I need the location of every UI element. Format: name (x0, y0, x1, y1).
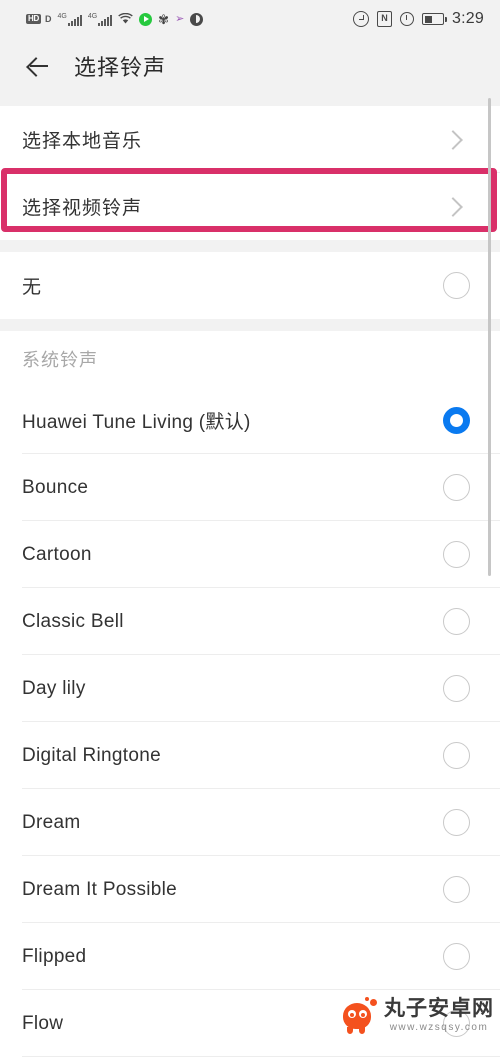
circle-half-icon (190, 12, 204, 26)
ringtone-row[interactable]: Flipped (0, 923, 500, 990)
wifi-icon (118, 13, 133, 25)
radio-button[interactable] (443, 809, 470, 836)
radio-button[interactable] (443, 1010, 470, 1037)
radio-button[interactable] (443, 742, 470, 769)
hd-badge-icon: HD (26, 14, 41, 24)
battery-icon (422, 13, 447, 25)
settings-list: 选择本地音乐 选择视频铃声 无 系统铃声 Huawei Tune Living … (0, 94, 500, 1057)
ringtone-label: Day lily (22, 677, 86, 699)
chevron-right-icon (443, 196, 463, 217)
list-item-select-video-ringtone[interactable]: 选择视频铃声 (0, 173, 500, 240)
section-gap-2 (0, 319, 500, 331)
list-item-select-local-music[interactable]: 选择本地音乐 (0, 106, 500, 173)
ringtone-row[interactable]: Bounce (0, 454, 500, 521)
status-bar: HD D 4G 4G ✾ ➢ N 3:29 (0, 0, 500, 38)
purple-arrow-icon: ➢ (175, 12, 185, 25)
ringtone-label: Cartoon (22, 543, 92, 565)
ringtone-row[interactable]: Huawei Tune Living (默认) (0, 387, 500, 454)
list-top-gap (0, 94, 500, 106)
ringtone-row[interactable]: Classic Bell (0, 588, 500, 655)
radio-button[interactable] (443, 608, 470, 635)
ringtone-label: Dream (22, 811, 81, 833)
scrollbar-thumb[interactable] (488, 98, 491, 576)
page-title: 选择铃声 (74, 55, 167, 80)
ringtone-label: Digital Ringtone (22, 744, 161, 766)
ringtone-label: Huawei Tune Living (默认) (22, 412, 251, 433)
nfc-icon: N (377, 11, 393, 27)
list-item-label: 选择本地音乐 (22, 131, 143, 152)
radio-button[interactable] (443, 675, 470, 702)
ringtone-row[interactable]: Dream It Possible (0, 856, 500, 923)
ringtone-row[interactable]: Day lily (0, 655, 500, 722)
status-bar-right-icons: N 3:29 (353, 10, 488, 28)
radio-button[interactable] (443, 474, 470, 501)
ringtone-row[interactable]: Digital Ringtone (0, 722, 500, 789)
list-item-label: 选择视频铃声 (22, 198, 143, 219)
signal-4g-icon-2: 4G (87, 12, 113, 26)
back-arrow-icon[interactable] (24, 52, 52, 80)
ringtone-label: Dream It Possible (22, 878, 178, 900)
radio-button[interactable] (443, 943, 470, 970)
radio-button[interactable] (443, 876, 470, 903)
radio-button[interactable] (443, 272, 470, 299)
signal-4g-icon-1: 4G (57, 12, 82, 26)
ringtone-label: Flipped (22, 945, 87, 967)
section-gap-1 (0, 240, 500, 252)
ringtone-label: Flow (22, 1012, 64, 1034)
status-bar-clock: 3:29 (452, 10, 484, 27)
ringtone-row[interactable]: Flow (0, 990, 500, 1057)
volte-icon: D (44, 13, 52, 24)
network-label-1: 4G (57, 12, 67, 20)
signal-bars-2 (98, 14, 113, 26)
ringtone-row[interactable]: Cartoon (0, 521, 500, 588)
ringtone-label: Bounce (22, 476, 89, 498)
list-item-none[interactable]: 无 (0, 252, 500, 319)
huawei-icon: ✾ (158, 11, 170, 27)
ringtone-row[interactable]: Dream (0, 789, 500, 856)
do-not-disturb-icon (353, 11, 370, 27)
alarm-icon (400, 12, 415, 26)
radio-button[interactable] (443, 407, 470, 434)
radio-button[interactable] (443, 541, 470, 568)
section-header-system-ringtones: 系统铃声 (0, 331, 500, 387)
app-bar: 选择铃声 (0, 38, 500, 94)
play-store-icon (139, 12, 153, 26)
network-label-2: 4G (87, 12, 98, 20)
list-item-label: 无 (22, 277, 43, 298)
ringtone-label: Classic Bell (22, 610, 124, 632)
signal-bars-1 (67, 14, 82, 26)
ringtone-list: Huawei Tune Living (默认) Bounce Cartoon Clas… (0, 387, 500, 1057)
chevron-right-icon (443, 129, 463, 150)
status-bar-left-icons: HD D 4G 4G ✾ ➢ (26, 11, 204, 27)
